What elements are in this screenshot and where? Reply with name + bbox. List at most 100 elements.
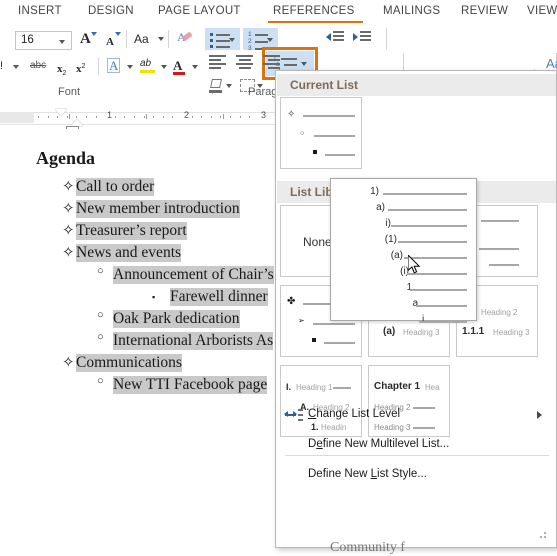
ribbon-tab-page-layout[interactable]: PAGE LAYOUT — [158, 2, 241, 21]
list-item[interactable]: Call to order — [76, 178, 155, 196]
bullet-small-square-icon — [312, 338, 316, 342]
superscript-label: x — [76, 63, 82, 75]
preview-level-marker: a. — [412, 298, 421, 309]
list-bullet: ○ — [97, 309, 104, 321]
list-bullet: ✧ — [62, 223, 75, 239]
ribbon-tab-insert[interactable]: INSERT — [18, 2, 62, 21]
preview-level-line — [398, 241, 467, 244]
multilevel-list-preview-tooltip: 1) a) i) (1) (a) (i) 1. a. i. — [330, 178, 477, 325]
ruler-number-label: 1 — [107, 110, 113, 120]
ruler-tick — [124, 116, 125, 118]
subscript-button[interactable]: x2 — [57, 59, 66, 77]
resize-grip[interactable] — [540, 532, 549, 541]
editing-group-icon[interactable]: Aa — [546, 56, 557, 71]
ruler-tick — [57, 116, 58, 118]
ruler-margin-left — [0, 112, 34, 123]
list-item[interactable]: International Arborists As — [113, 332, 274, 350]
ruler-tick — [48, 116, 49, 118]
bullets-button[interactable] — [205, 28, 240, 50]
change-case-button[interactable]: Aa — [134, 32, 164, 46]
hanging-indent-marker[interactable] — [71, 119, 83, 126]
preview-level-marker: i) — [385, 218, 391, 229]
preview-level-marker: (a) — [390, 250, 403, 261]
ribbon-tab-mailings[interactable]: MAILINGS — [383, 2, 440, 21]
ribbon-tab-bar: INSERT DESIGN PAGE LAYOUT REFERENCES MAILING… — [0, 0, 557, 24]
list-item[interactable]: Announcement of Chair’s — [113, 266, 274, 284]
menu-item-define-new-multilevel-list[interactable]: Define New Multilevel List... — [277, 430, 556, 460]
subscript-label: x — [57, 63, 63, 75]
highlight-color-bar — [140, 70, 155, 73]
list-bullet: ○ — [97, 375, 104, 387]
ruler-number-label: 2 — [184, 110, 190, 120]
current-list-item[interactable]: ✧ ○ — [280, 97, 362, 169]
ruler-tick — [192, 116, 193, 118]
ruler-tick — [153, 116, 154, 118]
submenu-arrow-icon — [537, 411, 542, 419]
list-item[interactable]: New member introduction — [76, 200, 240, 218]
ribbon-tab-view[interactable]: VIEW — [527, 2, 557, 21]
preview-level-line — [419, 321, 467, 324]
ruler-tick — [230, 116, 231, 118]
ruler-tick — [201, 116, 202, 118]
list-bullet: ✧ — [62, 355, 75, 371]
list-item[interactable]: Treasurer’s report — [76, 222, 187, 240]
preview-level-marker: 1. — [406, 282, 415, 293]
list-bullet: ✧ — [62, 245, 75, 261]
first-line-indent-marker[interactable] — [55, 109, 67, 116]
preview-level-marker: i. — [422, 314, 427, 325]
list-item[interactable]: News and events — [76, 244, 182, 262]
list-item[interactable]: Farewell dinner — [170, 288, 268, 306]
preview-level-marker: (i) — [400, 266, 409, 277]
font-dialog-launcher[interactable]: ⌐ — [212, 88, 217, 97]
document-canvas[interactable]: Agenda ✧ Call to order ✧ New member introdu… — [0, 129, 295, 551]
ruler-tick — [86, 116, 87, 118]
menu-item-define-new-list-style[interactable]: Define New List Style... — [277, 460, 556, 490]
ruler-tick — [249, 116, 250, 118]
list-item[interactable]: Communications — [76, 354, 182, 372]
preview-level-line — [383, 193, 467, 196]
ruler-tick — [38, 116, 39, 118]
list-bullet: ▪ — [152, 292, 156, 302]
bullet-circle-icon: ○ — [300, 130, 305, 137]
menu-item-change-list-level[interactable]: Change List Level — [277, 400, 556, 430]
page-title: Agenda — [36, 148, 96, 168]
superscript-button[interactable]: x2 — [76, 59, 85, 77]
grow-font-button[interactable]: A — [80, 30, 97, 48]
subscript-sub: 2 — [62, 70, 67, 77]
preview-level-marker: 1) — [370, 186, 379, 197]
text-effects-label: A — [107, 58, 121, 73]
ruler-tick — [240, 116, 241, 118]
strikethrough-label: abc — [30, 60, 47, 71]
ribbon-tab-design[interactable]: DESIGN — [88, 2, 134, 21]
ribbon-tab-references[interactable]: REFERENCES — [273, 2, 355, 21]
ruler-half-tick — [146, 114, 147, 119]
ruler-tick — [76, 116, 77, 118]
horizontal-ruler[interactable]: 123123 — [0, 105, 295, 134]
current-list-header: Current List — [277, 74, 556, 96]
list-item[interactable]: Oak Park dedication — [113, 310, 240, 328]
change-case-label: Aa — [134, 32, 149, 46]
bullet-square-icon — [313, 150, 317, 154]
menu-item-label: Define New Multilevel List... — [308, 438, 450, 450]
preview-level-line — [388, 209, 467, 212]
mouse-cursor — [408, 255, 421, 274]
strikethrough-button[interactable]: abc — [30, 60, 46, 71]
background-document-text: Community f — [330, 540, 406, 555]
ruler-half-tick — [69, 114, 70, 119]
preview-level-line — [410, 289, 467, 292]
ruler-bar — [0, 112, 295, 125]
ruler-tick — [220, 116, 221, 118]
list-item[interactable]: New TTI Facebook page — [113, 376, 268, 394]
ruler-half-tick — [223, 114, 224, 119]
ribbon-tab-review[interactable]: REVIEW — [461, 2, 508, 21]
menu-item-label: Change List Level — [308, 408, 401, 420]
bullet-four-point-icon: ✤ — [287, 296, 296, 307]
ruler-tick — [96, 116, 97, 118]
ruler-tick — [134, 116, 135, 118]
ruler-tick — [172, 116, 173, 118]
font-size-combo[interactable]: 16 — [15, 31, 72, 50]
change-list-level-icon — [284, 409, 303, 421]
shrink-font-button[interactable]: A — [106, 32, 121, 50]
font-group-label: Font — [58, 86, 81, 98]
ruler-number-label: 3 — [261, 110, 267, 120]
